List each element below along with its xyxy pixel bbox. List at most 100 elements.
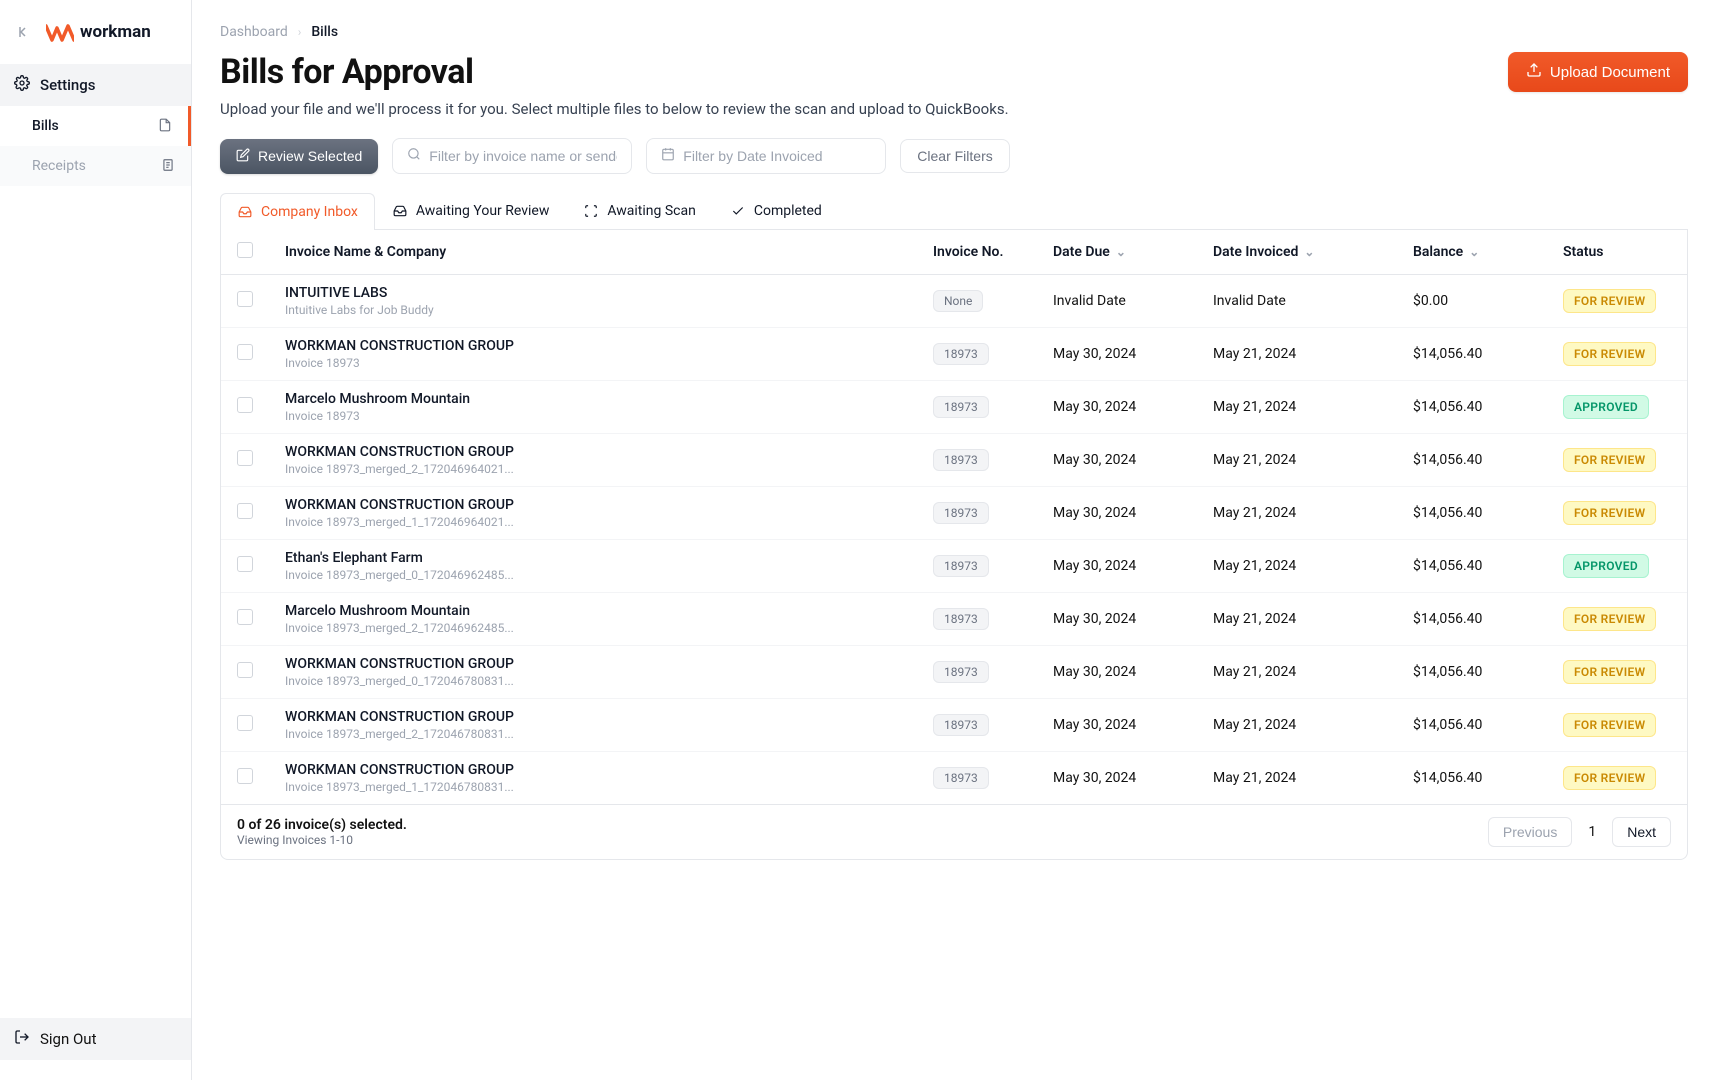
table-row[interactable]: WORKMAN CONSTRUCTION GROUP Invoice 18973_… [221,752,1687,805]
invoice-number-badge: 18973 [933,767,989,789]
row-company: Marcelo Mushroom Mountain [285,603,901,619]
status-badge: FOR REVIEW [1563,501,1656,525]
upload-document-button[interactable]: Upload Document [1508,52,1688,92]
prev-page-button[interactable]: Previous [1488,817,1572,847]
row-date-invoiced: May 21, 2024 [1197,328,1397,381]
select-all-checkbox[interactable] [237,242,253,258]
row-date-invoiced: May 21, 2024 [1197,487,1397,540]
row-balance: $14,056.40 [1397,540,1547,593]
table-row[interactable]: WORKMAN CONSTRUCTION GROUPInvoice 18973_… [221,699,1687,752]
filter-row: Review Selected Clear Filters [220,138,1688,174]
tab-awaiting-review[interactable]: Awaiting Your Review [375,192,566,229]
row-balance: $14,056.40 [1397,699,1547,752]
row-checkbox[interactable] [237,344,253,360]
status-badge: APPROVED [1563,554,1649,578]
breadcrumb-dashboard[interactable]: Dashboard [220,24,288,40]
tab-awaiting-scan[interactable]: Awaiting Scan [566,192,712,229]
breadcrumb: Dashboard › Bills [220,24,1688,40]
col-header-date-invoiced[interactable]: Date Invoiced⌄ [1197,230,1397,275]
row-balance: $14,056.40 [1397,434,1547,487]
pagination-info: 0 of 26 invoice(s) selected. Viewing Inv… [237,817,407,847]
review-selected-button[interactable]: Review Selected [220,139,378,174]
nav-bills[interactable]: Bills [0,106,191,146]
col-header-name: Invoice Name & Company [269,230,917,275]
col-header-balance[interactable]: Balance⌄ [1397,230,1547,275]
row-company: Marcelo Mushroom Mountain [285,391,901,407]
search-icon [407,147,421,165]
row-date-invoiced: May 21, 2024 [1197,540,1397,593]
col-header-status: Status [1547,230,1687,275]
sidebar-footer: Sign Out [0,1018,191,1080]
current-page: 1 [1580,824,1604,840]
row-checkbox[interactable] [237,556,253,572]
tab-company-inbox-label: Company Inbox [261,204,358,220]
row-checkbox[interactable] [237,715,253,731]
signout-icon [14,1029,30,1049]
table-row[interactable]: WORKMAN CONSTRUCTION GROUPInvoice 18973_… [221,434,1687,487]
review-selected-label: Review Selected [258,148,362,164]
row-date-due: Invalid Date [1037,275,1197,328]
row-company: WORKMAN CONSTRUCTION GROUP [285,762,901,778]
row-checkbox[interactable] [237,397,253,413]
row-company: WORKMAN CONSTRUCTION GROUP [285,497,901,513]
row-company: WORKMAN CONSTRUCTION GROUP [285,709,901,725]
row-date-due: May 30, 2024 [1037,434,1197,487]
status-badge: FOR REVIEW [1563,713,1656,737]
row-date-due: May 30, 2024 [1037,646,1197,699]
inbox-icon [237,204,253,220]
invoice-number-badge: 18973 [933,608,989,630]
row-sub: Invoice 18973_merged_1_172046780831... [285,780,901,794]
col-header-date-due[interactable]: Date Due⌄ [1037,230,1197,275]
row-company: WORKMAN CONSTRUCTION GROUP [285,338,901,354]
collapse-sidebar-icon[interactable] [16,24,32,40]
signout-label: Sign Out [40,1030,96,1048]
row-sub: Intuitive Labs for Job Buddy [285,303,901,317]
filter-name-input[interactable] [429,148,617,164]
invoice-number-badge: 18973 [933,661,989,683]
row-date-due: May 30, 2024 [1037,540,1197,593]
table-row[interactable]: WORKMAN CONSTRUCTION GROUPInvoice 18973_… [221,487,1687,540]
status-badge: FOR REVIEW [1563,289,1656,313]
table-row[interactable]: Ethan's Elephant Farm Invoice 18973_merge… [221,540,1687,593]
tab-company-inbox[interactable]: Company Inbox [220,193,375,230]
user-inbox-icon [392,203,408,219]
sidebar-header: workman [0,0,191,64]
row-company: INTUITIVE LABS [285,285,901,301]
row-checkbox[interactable] [237,768,253,784]
table-row[interactable]: WORKMAN CONSTRUCTION GROUPInvoice 18973_… [221,646,1687,699]
brand-name: workman [80,22,151,42]
breadcrumb-bills: Bills [311,24,338,40]
table-row[interactable]: Marcelo Mushroom MountainInvoice 1897318… [221,381,1687,434]
row-date-invoiced: May 21, 2024 [1197,752,1397,805]
nav-settings[interactable]: Settings [0,64,191,106]
upload-icon [1526,62,1542,82]
row-checkbox[interactable] [237,609,253,625]
table-row[interactable]: INTUITIVE LABS Intuitive Labs for Job Bud… [221,275,1687,328]
sidebar: workman Settings Bills Receipts [0,0,192,1080]
tab-completed[interactable]: Completed [713,192,839,229]
row-company: Ethan's Elephant Farm [285,550,901,566]
filter-date-input[interactable] [683,148,871,164]
clear-filters-button[interactable]: Clear Filters [900,139,1009,173]
invoice-number-badge: 18973 [933,555,989,577]
signout-button[interactable]: Sign Out [0,1018,191,1060]
row-balance: $14,056.40 [1397,381,1547,434]
gear-icon [14,75,30,95]
row-checkbox[interactable] [237,662,253,678]
row-checkbox[interactable] [237,291,253,307]
next-page-button[interactable]: Next [1612,817,1671,847]
invoice-number-badge: 18973 [933,396,989,418]
row-checkbox[interactable] [237,503,253,519]
row-checkbox[interactable] [237,450,253,466]
row-sub: Invoice 18973_merged_0_172046962485... [285,568,901,582]
table-row[interactable]: Marcelo Mushroom MountainInvoice 18973_m… [221,593,1687,646]
invoice-number-badge: 18973 [933,449,989,471]
nav-section: Settings Bills Receipts [0,64,191,186]
nav-bills-label: Bills [32,118,59,134]
page-title: Bills for Approval [220,52,473,92]
table-row[interactable]: WORKMAN CONSTRUCTION GROUPInvoice 189731… [221,328,1687,381]
brand-mark-icon [46,22,74,42]
filter-date-wrap [646,138,886,174]
calendar-icon [661,147,675,165]
nav-receipts[interactable]: Receipts [0,146,191,186]
